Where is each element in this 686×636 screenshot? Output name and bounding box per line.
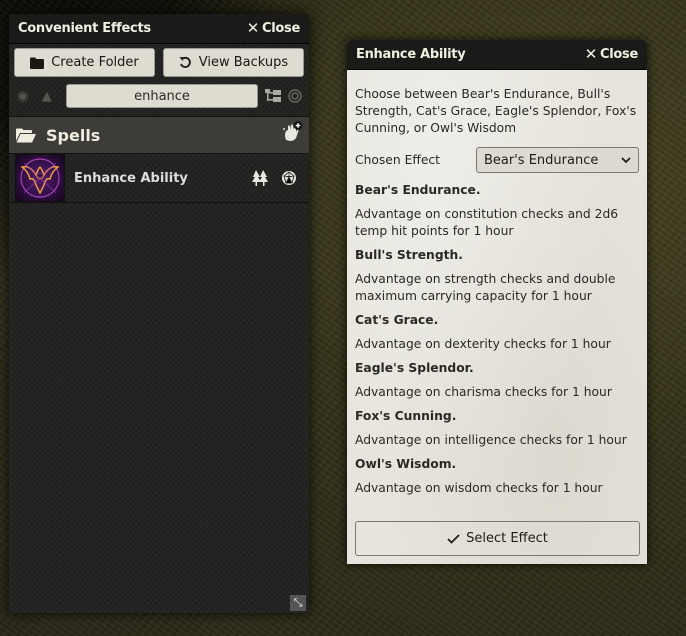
close-label: Close bbox=[262, 21, 300, 36]
create-folder-label: Create Folder bbox=[51, 55, 139, 70]
option-title: Bear's Endurance. bbox=[355, 183, 481, 197]
close-icon: ✕ bbox=[584, 45, 598, 63]
enhance-ability-dialog: Enhance Ability ✕ Close Choose between B… bbox=[347, 40, 647, 564]
option-description: Advantage on charisma checks for 1 hour bbox=[355, 385, 612, 399]
view-backups-label: View Backups bbox=[198, 55, 289, 70]
close-label: Close bbox=[600, 47, 638, 62]
option-description: Advantage on intelligence checks for 1 h… bbox=[355, 433, 627, 447]
option-title: Bull's Strength. bbox=[355, 248, 463, 262]
select-effect-label: Select Effect bbox=[466, 531, 548, 546]
folder-icon bbox=[30, 57, 45, 69]
dialog-header[interactable]: Enhance Ability ✕ Close bbox=[347, 40, 647, 70]
dialog-title: Enhance Ability bbox=[356, 47, 466, 62]
check-icon bbox=[447, 533, 460, 544]
option-title: Owl's Wisdom. bbox=[355, 457, 457, 471]
create-folder-button[interactable]: Create Folder bbox=[14, 48, 155, 77]
target-icon[interactable] bbox=[286, 87, 304, 105]
option-description: Advantage on dexterity checks for 1 hour bbox=[355, 337, 611, 351]
open-folder-icon bbox=[16, 128, 36, 142]
dialog-intro: Choose between Bear's Endurance, Bull's … bbox=[355, 87, 637, 135]
option-description: Advantage on wisdom checks for 1 hour bbox=[355, 481, 603, 495]
window-header[interactable]: Convenient Effects ✕ Close bbox=[9, 14, 309, 44]
effect-item-enhance-ability[interactable]: Enhance Ability bbox=[9, 154, 309, 203]
resize-handle[interactable]: ⤡ bbox=[290, 595, 306, 611]
option-description: Advantage on strength checks and double … bbox=[355, 272, 616, 303]
option-title: Cat's Grace. bbox=[355, 313, 439, 327]
convenient-effects-window: Convenient Effects ✕ Close Create Folder… bbox=[9, 14, 309, 613]
undo-icon bbox=[179, 56, 191, 68]
chosen-effect-select[interactable]: Bear's Endurance bbox=[476, 147, 639, 173]
folder-tree-icon[interactable] bbox=[264, 87, 282, 105]
folder-spells[interactable]: Spells bbox=[9, 116, 309, 154]
winged-sigil-icon bbox=[20, 158, 60, 198]
chosen-effect-label: Chosen Effect bbox=[355, 152, 440, 167]
effect-thumbnail bbox=[15, 154, 65, 202]
nested-effects-icon[interactable] bbox=[251, 170, 269, 186]
folder-name: Spells bbox=[46, 125, 101, 145]
tree-icon[interactable]: ▲ bbox=[38, 87, 56, 105]
eye-icon[interactable]: ◉ bbox=[14, 87, 32, 105]
chosen-effect-value: Bear's Endurance bbox=[484, 152, 599, 168]
option-title: Eagle's Splendor. bbox=[355, 361, 474, 375]
effect-name: Enhance Ability bbox=[74, 170, 188, 186]
option-title: Fox's Cunning. bbox=[355, 409, 457, 423]
dnd-dice-icon[interactable] bbox=[281, 170, 297, 186]
chevron-down-icon bbox=[621, 156, 631, 163]
dialog-close-button[interactable]: ✕ Close bbox=[584, 45, 639, 63]
search-input[interactable] bbox=[65, 84, 259, 108]
view-backups-button[interactable]: View Backups bbox=[163, 48, 304, 77]
close-icon: ✕ bbox=[246, 19, 260, 37]
add-effect-icon[interactable] bbox=[281, 121, 303, 143]
select-effect-button[interactable]: Select Effect bbox=[355, 521, 640, 556]
window-title: Convenient Effects bbox=[18, 21, 151, 36]
close-button[interactable]: ✕ Close bbox=[246, 19, 301, 37]
option-description: Advantage on constitution checks and 2d6… bbox=[355, 207, 619, 238]
